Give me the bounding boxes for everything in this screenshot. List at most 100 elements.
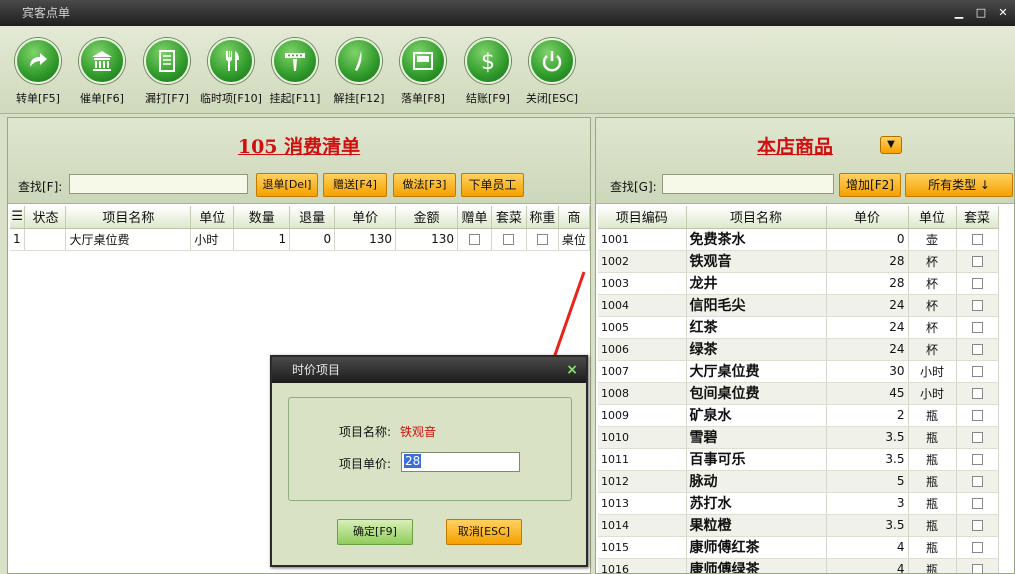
column-header[interactable]: 退量 [289,206,336,229]
left-search-input[interactable] [69,174,248,194]
table-row[interactable]: 1001 免费茶水 0 壶 [598,228,999,251]
order-table[interactable]: ☰ 状态 项目名称 单位 数量 退量 单价 金额 赠单 套菜 称重 商 1 大厅… [10,206,591,251]
column-header[interactable]: 数量 [233,206,291,229]
toolbar-label: 漏打[F7] [145,92,189,105]
hang-button[interactable]: 挂起[F11] [263,38,327,106]
set-meal-checkbox[interactable] [956,492,999,515]
window-title: 宾客点单 [22,6,71,20]
set-meal-checkbox[interactable] [956,536,999,559]
column-header[interactable]: 赠单 [457,206,492,229]
table-row[interactable]: 1012 脉动 5 瓶 [598,470,999,493]
column-header[interactable]: ☰ [10,206,26,229]
hang-icon [285,53,305,71]
cutlery-icon [226,51,239,71]
product-table[interactable]: 项目编码 项目名称 单价 单位 套菜 1001 免费茶水 0 壶 1002 铁观音 28 杯 1… [598,206,999,573]
column-header[interactable]: 单位 [908,206,957,229]
row-index: 1 [10,228,26,251]
close-button[interactable]: 关闭[ESC] [520,38,584,106]
column-header[interactable]: 商 [558,206,591,229]
column-header[interactable]: 项目编码 [598,206,687,229]
cancel-button[interactable]: 取消[ESC] [446,519,522,545]
set-meal-checkbox[interactable] [956,360,999,383]
table-row[interactable]: 1009 矿泉水 2 瓶 [598,404,999,427]
set-meal-checkbox[interactable] [956,426,999,449]
table-row[interactable]: 1016 康师傅绿茶 4 瓶 [598,558,999,573]
set-meal-checkbox[interactable] [956,272,999,295]
product-name: 大厅桌位费 [686,360,827,383]
close-icon[interactable]: ✕ [997,7,1009,19]
set-meal-checkbox[interactable] [956,382,999,405]
table-row[interactable]: 1013 苏打水 3 瓶 [598,492,999,515]
return-order-button[interactable]: 退单[Del] [256,173,318,197]
gift-checkbox[interactable] [457,228,492,251]
set-meal-checkbox[interactable] [956,294,999,317]
table-row[interactable]: 1005 红茶 24 杯 [598,316,999,339]
product-price: 0 [826,228,909,251]
table-row[interactable]: 1010 雪碧 3.5 瓶 [598,426,999,449]
column-header[interactable]: 金额 [395,206,458,229]
table-row[interactable]: 1014 果粒橙 3.5 瓶 [598,514,999,537]
table-row[interactable]: 1 大厅桌位费 小时 1 0 130 130 桌位 [10,228,591,251]
set-meal-checkbox[interactable] [956,228,999,251]
column-header[interactable]: 套菜 [956,206,999,229]
toolbar-label: 挂起[F11] [269,92,321,105]
toolbar-label: 转单[F5] [16,92,60,105]
column-header[interactable]: 项目名称 [65,206,192,229]
product-unit: 瓶 [908,448,957,471]
reprint-button[interactable]: 漏打[F7] [135,38,199,106]
set-meal-checkbox[interactable] [956,338,999,361]
maximize-icon[interactable]: □ [975,7,987,19]
table-row[interactable]: 1007 大厅桌位费 30 小时 [598,360,999,383]
release-button[interactable]: 解挂[F12] [327,38,391,106]
table-row[interactable]: 1002 铁观音 28 杯 [598,250,999,273]
close-icon[interactable]: × [566,357,578,383]
type-filter-dropdown[interactable]: 所有类型 ↓ [905,173,1013,197]
set-meal-checkbox[interactable] [956,514,999,537]
product-unit: 瓶 [908,426,957,449]
table-row[interactable]: 1015 康师傅红茶 4 瓶 [598,536,999,559]
table-row[interactable]: 1004 信阳毛尖 24 杯 [598,294,999,317]
column-header[interactable]: 套菜 [491,206,527,229]
method-button[interactable]: 做法[F3] [393,173,456,197]
set-meal-checkbox[interactable] [956,250,999,273]
set-meal-checkbox[interactable] [956,316,999,339]
table-row[interactable]: 1003 龙井 28 杯 [598,272,999,295]
gift-button[interactable]: 赠送[F4] [323,173,387,197]
order-staff-button[interactable]: 下单员工 [461,173,524,197]
product-price: 5 [826,470,909,493]
set-meal-checkbox[interactable] [956,404,999,427]
document-icon [159,50,175,72]
product-price: 24 [826,294,909,317]
chevron-down-icon[interactable]: ▼ [880,136,902,154]
temp-item-button[interactable]: 临时项[F10] [199,38,263,106]
right-search-input[interactable] [662,174,834,194]
column-header[interactable]: 状态 [24,206,67,229]
item-price-input[interactable]: 28 [401,452,520,472]
column-header[interactable]: 单价 [334,206,397,229]
product-unit: 杯 [908,250,957,273]
weigh-checkbox[interactable] [526,228,559,251]
table-row[interactable]: 1006 绿茶 24 杯 [598,338,999,361]
column-header[interactable]: 称重 [526,206,559,229]
column-header[interactable]: 单价 [826,206,909,229]
product-price: 3 [826,492,909,515]
column-header[interactable]: 单位 [190,206,235,229]
set-meal-checkbox[interactable] [956,558,999,573]
set-meal-checkbox[interactable] [956,448,999,471]
checkout-button[interactable]: $ 结账[F9] [456,38,520,106]
window-controls: ▁ □ ✕ [953,0,1009,26]
minimize-icon[interactable]: ▁ [953,7,965,19]
place-order-button[interactable]: 落单[F8] [391,38,455,106]
table-row[interactable]: 1011 百事可乐 3.5 瓶 [598,448,999,471]
set-meal-checkbox[interactable] [491,228,527,251]
store-products-title: 本店商品 [756,136,833,158]
transfer-button[interactable]: 转单[F5] [6,38,70,106]
urge-button[interactable]: 催单[F6] [70,38,134,106]
add-product-button[interactable]: 增加[F2] [839,173,901,197]
table-row[interactable]: 1008 包间桌位费 45 小时 [598,382,999,405]
product-price: 4 [826,536,909,559]
set-meal-checkbox[interactable] [956,470,999,493]
confirm-button[interactable]: 确定[F9] [337,519,413,545]
column-header[interactable]: 项目名称 [686,206,827,229]
window-titlebar: 宾客点单 ▁ □ ✕ [0,0,1015,26]
